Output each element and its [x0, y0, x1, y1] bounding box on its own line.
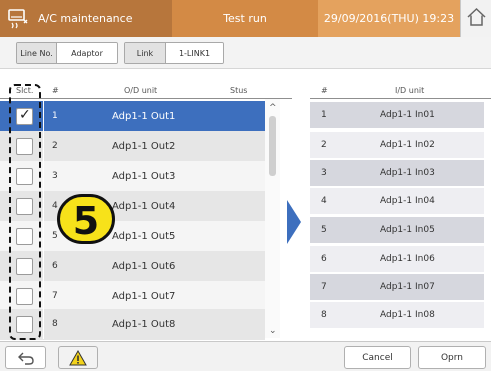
- row-unit-name: Adp1-1 In02: [380, 140, 435, 150]
- row-number: 2: [52, 141, 58, 151]
- row-unit-name: Adp1-1 In03: [380, 168, 435, 178]
- row-number: 5: [321, 225, 327, 235]
- id-row: 4 Adp1-1 In04: [310, 188, 484, 214]
- scroll-up-icon[interactable]: ^: [269, 103, 277, 113]
- row-unit-name: Adp1-1 Out4: [112, 201, 176, 212]
- scroll-thumb[interactable]: [269, 116, 276, 176]
- operation-button[interactable]: Oprn: [418, 346, 486, 369]
- row-number: 6: [52, 261, 58, 271]
- footer-bar: Cancel Oprn: [0, 341, 491, 371]
- id-row: 5 Adp1-1 In05: [310, 217, 484, 243]
- ac-unit-icon: [8, 9, 28, 29]
- title-bar: A/C maintenance Test run 29/09/2016(THU)…: [0, 0, 491, 37]
- id-row: 3 Adp1-1 In03: [310, 160, 484, 186]
- col-number: #: [321, 86, 328, 95]
- row-unit-name: Adp1-1 In08: [380, 310, 435, 320]
- id-list-header: # I/D unit: [310, 82, 491, 99]
- step-number-badge: 5: [57, 194, 115, 244]
- id-row: 6 Adp1-1 In06: [310, 246, 484, 272]
- row-unit-name: Adp1-1 Out6: [112, 261, 176, 272]
- back-button[interactable]: [5, 346, 46, 369]
- row-unit-name: Adp1-1 In07: [380, 282, 435, 292]
- row-unit-name: Adp1-1 In04: [380, 196, 435, 206]
- home-icon: [467, 7, 486, 26]
- mode-section: Test run: [172, 0, 318, 37]
- home-button[interactable]: [460, 0, 491, 37]
- mode-label: Test run: [223, 12, 267, 25]
- column-divider: [43, 99, 44, 339]
- row-number: 3: [321, 168, 327, 178]
- col-status: Stus: [230, 86, 248, 95]
- row-number: 7: [52, 291, 58, 301]
- id-row: 2 Adp1-1 In02: [310, 132, 484, 158]
- row-number: 4: [321, 196, 327, 206]
- warning-icon: [69, 349, 87, 365]
- row-unit-name: Adp1-1 In05: [380, 225, 435, 235]
- row-number: 3: [52, 171, 58, 181]
- datetime-text: 29/09/2016(THU) 19:23: [323, 12, 455, 25]
- row-unit-name: Adp1-1 In01: [380, 110, 435, 120]
- select-column-highlight: [9, 84, 41, 340]
- row-number: 2: [321, 140, 327, 150]
- od-list-header: Slct. # O/D unit Stus: [0, 82, 292, 99]
- right-arrow-icon: [287, 200, 301, 244]
- cancel-button[interactable]: Cancel: [344, 346, 411, 369]
- id-row: 8 Adp1-1 In08: [310, 302, 484, 328]
- row-unit-name: Adp1-1 Out1: [112, 111, 176, 122]
- od-list-scrollbar[interactable]: ^ ⌄: [265, 99, 280, 338]
- line-filter-label: Line No.: [17, 43, 57, 63]
- row-number: 1: [52, 111, 58, 121]
- row-number: 1: [321, 110, 327, 120]
- row-number: 4: [52, 201, 58, 211]
- filter-bar: Line No. Adaptor Link 1-LINK1: [0, 37, 491, 69]
- link-filter-button[interactable]: Link 1-LINK1: [124, 42, 224, 64]
- line-filter-value: Adaptor: [57, 43, 117, 63]
- row-number: 8: [321, 310, 327, 320]
- app-title: A/C maintenance: [38, 12, 133, 25]
- warning-button[interactable]: [58, 346, 98, 369]
- datetime-section: 29/09/2016(THU) 19:23: [318, 0, 460, 37]
- back-arrow-icon: [17, 352, 34, 365]
- link-filter-value: 1-LINK1: [166, 43, 223, 63]
- link-filter-label: Link: [125, 43, 166, 63]
- row-unit-name: Adp1-1 Out2: [112, 141, 176, 152]
- app-title-section: A/C maintenance: [0, 0, 172, 37]
- row-number: 7: [321, 282, 327, 292]
- id-row: 1 Adp1-1 In01: [310, 102, 484, 128]
- row-unit-name: Adp1-1 Out8: [112, 319, 176, 330]
- row-unit-name: Adp1-1 Out3: [112, 171, 176, 182]
- row-unit-name: Adp1-1 Out5: [112, 231, 176, 242]
- col-id-unit: I/D unit: [395, 86, 425, 95]
- row-unit-name: Adp1-1 Out7: [112, 291, 176, 302]
- col-od-unit: O/D unit: [124, 86, 158, 95]
- col-number: #: [52, 86, 59, 95]
- row-unit-name: Adp1-1 In06: [380, 254, 435, 264]
- line-filter-button[interactable]: Line No. Adaptor: [16, 42, 118, 64]
- row-number: 6: [321, 254, 327, 264]
- row-number: 5: [52, 231, 58, 241]
- id-row: 7 Adp1-1 In07: [310, 274, 484, 300]
- scroll-down-icon[interactable]: ⌄: [269, 326, 277, 336]
- row-number: 8: [52, 319, 58, 329]
- step-number: 5: [72, 199, 100, 243]
